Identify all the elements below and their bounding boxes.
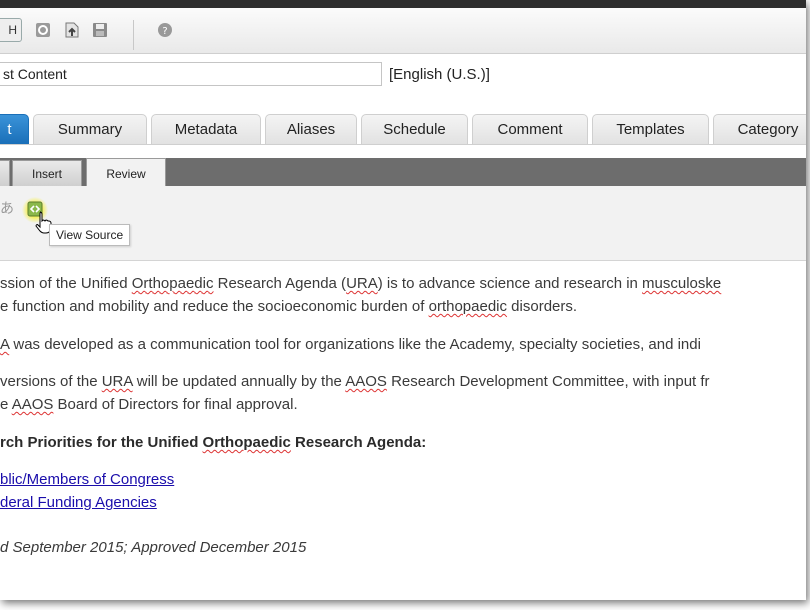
tab-schedule[interactable]: Schedule: [361, 114, 468, 144]
editor-window: H ? st Content [English (U.S.)] t Summar…: [0, 0, 806, 600]
spelling-flagged-word: URA: [346, 275, 378, 292]
spelling-flagged-word: A: [0, 336, 10, 353]
text-run: disorders.: [507, 298, 578, 315]
section-heading: rch Priorities for the Unified Orthopaed…: [0, 431, 426, 454]
text-run: was developed as a communication tool fo…: [9, 336, 701, 353]
tab-divider: [0, 144, 806, 145]
spelling-flagged-word: AAOS: [11, 396, 54, 413]
spelling-flagged-word: AAOS: [345, 373, 387, 390]
list-item: deral Funding Agencies: [0, 491, 157, 514]
spelling-flagged-word: musculoske: [642, 275, 722, 292]
tab-metadata[interactable]: Metadata: [151, 114, 261, 144]
tab-content[interactable]: t: [0, 114, 29, 144]
link-funding-agencies[interactable]: deral Funding Agencies: [0, 494, 157, 511]
title-bar: [0, 0, 806, 8]
paragraph-1: ssion of the Unified Orthopaedic Researc…: [0, 272, 721, 295]
view-source-tooltip: View Source: [49, 224, 131, 246]
link-congress[interactable]: blic/Members of Congress: [0, 471, 174, 488]
text-run: Research Agenda (: [213, 275, 347, 292]
text-run: Research Development Committee, with inp…: [386, 373, 710, 390]
approval-note: d September 2015; Approved December 2015: [0, 539, 307, 556]
text-run: ) is to advance science and research in: [377, 275, 643, 292]
text-run: ssion of the Unified: [0, 275, 132, 292]
svg-text:?: ?: [162, 26, 167, 37]
text-run: rch Priorities for the Unified: [0, 434, 203, 451]
ribbon-tab-insert[interactable]: Insert: [12, 160, 82, 186]
language-label: [English (U.S.)]: [389, 66, 490, 83]
toolbar: H ?: [0, 8, 806, 54]
paragraph-1-line-2: e function and mobility and reduce the s…: [0, 295, 577, 318]
toolbar-first-button[interactable]: H: [0, 18, 22, 42]
spellcheck-icon[interactable]: あ: [0, 199, 16, 217]
upload-icon[interactable]: [60, 18, 84, 42]
ribbon-tab-review[interactable]: Review: [86, 158, 166, 186]
save-icon[interactable]: [88, 18, 112, 42]
editor-tabs: t Summary Metadata Aliases Schedule Comm…: [0, 114, 806, 144]
tab-aliases[interactable]: Aliases: [265, 114, 357, 144]
paragraph-2: A was developed as a communication tool …: [0, 333, 701, 356]
paragraph-3: versions of the URA will be updated annu…: [0, 370, 710, 393]
tab-summary[interactable]: Summary: [33, 114, 147, 144]
svg-text:あ: あ: [0, 201, 14, 217]
spelling-flagged-word: Orthopaedic: [131, 275, 214, 292]
title-input[interactable]: st Content: [0, 62, 382, 86]
tab-templates[interactable]: Templates: [592, 114, 709, 144]
list-item: blic/Members of Congress: [0, 468, 174, 491]
text-run: Board of Directors for final approval.: [53, 396, 298, 413]
spelling-flagged-word: Orthopaedic: [202, 434, 291, 451]
spelling-flagged-word: URA: [101, 373, 133, 390]
paragraph-3-line-2: e AAOS Board of Directors for final appr…: [0, 393, 298, 416]
checkin-icon[interactable]: [31, 18, 55, 42]
text-run: e: [0, 396, 12, 413]
text-run: versions of the: [0, 373, 102, 390]
ribbon-tab-partial[interactable]: [0, 160, 10, 186]
text-run: e function and mobility and reduce the s…: [0, 298, 429, 315]
spelling-flagged-word: orthopaedic: [428, 298, 508, 315]
toolbar-separator: [133, 20, 134, 50]
text-run: Research Agenda:: [290, 434, 427, 451]
tab-category[interactable]: Category: [713, 114, 806, 144]
tab-comment[interactable]: Comment: [472, 114, 588, 144]
text-run: will be updated annually by the: [132, 373, 346, 390]
help-icon[interactable]: ?: [153, 18, 177, 42]
